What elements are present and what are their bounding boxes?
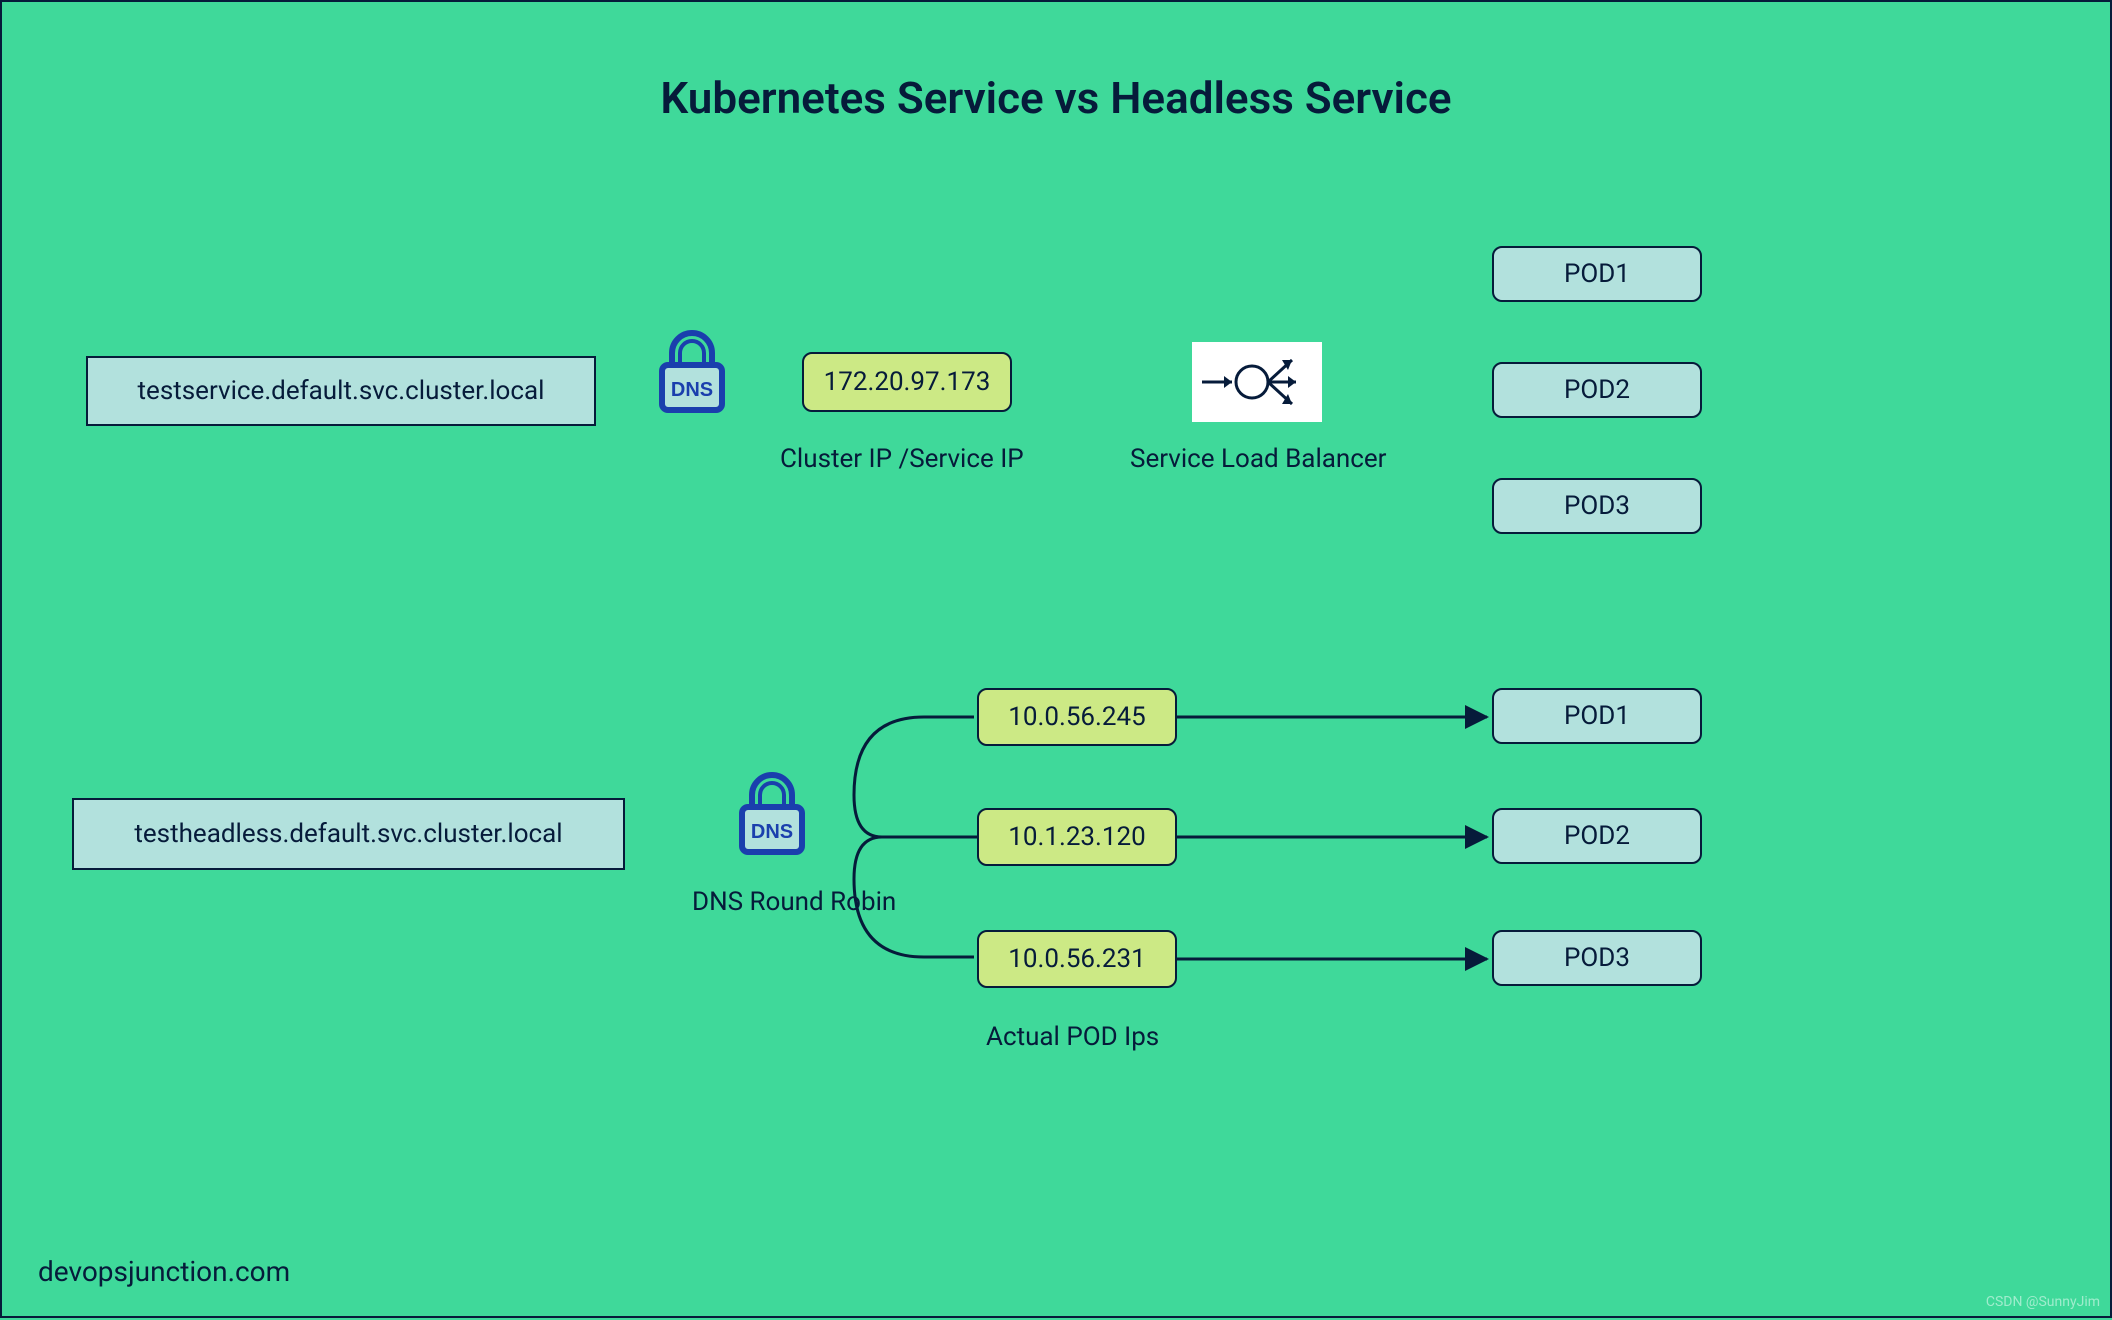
- svg-text:DNS: DNS: [671, 379, 713, 401]
- pod-box: POD2: [1492, 362, 1702, 418]
- svg-text:DNS: DNS: [751, 821, 793, 843]
- actual-pod-ips-caption: Actual POD Ips: [986, 1022, 1159, 1052]
- pod-box: POD1: [1492, 246, 1702, 302]
- pod-box: POD3: [1492, 478, 1702, 534]
- load-balancer-caption: Service Load Balancer: [1130, 444, 1386, 474]
- watermark: CSDN @SunnyJim: [1986, 1294, 2100, 1310]
- site-credit: devopsjunction.com: [38, 1255, 290, 1288]
- cluster-ip-box: 172.20.97.173: [802, 352, 1012, 412]
- pod-ip-box: 10.0.56.245: [977, 688, 1177, 746]
- pod-box: POD3: [1492, 930, 1702, 986]
- pod-ip-box: 10.0.56.231: [977, 930, 1177, 988]
- connector-overlay: [2, 2, 2112, 1320]
- load-balancer-icon: [1192, 342, 1322, 422]
- dns-icon: DNS: [652, 320, 732, 420]
- diagram-title: Kubernetes Service vs Headless Service: [2, 72, 2110, 124]
- pod-box: POD2: [1492, 808, 1702, 864]
- dns-icon: DNS: [732, 762, 812, 862]
- pod-ip-box: 10.1.23.120: [977, 808, 1177, 866]
- cluster-ip-caption: Cluster IP /Service IP: [780, 444, 1024, 474]
- headless-dns-name: testheadless.default.svc.cluster.local: [72, 798, 625, 870]
- diagram-canvas: Kubernetes Service vs Headless Service t…: [0, 0, 2112, 1318]
- dns-round-robin-caption: DNS Round Robin: [692, 887, 896, 917]
- service-dns-name: testservice.default.svc.cluster.local: [86, 356, 596, 426]
- pod-box: POD1: [1492, 688, 1702, 744]
